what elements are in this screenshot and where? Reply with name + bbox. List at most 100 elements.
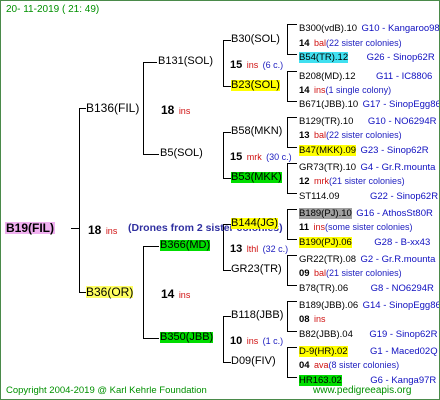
connector <box>287 101 297 102</box>
gen5-gen-number: 13 <box>299 130 310 141</box>
dam-queen-name[interactable]: B36(OR) <box>86 286 134 298</box>
gen5-origin-code: G22 - Sinop62R <box>369 191 439 202</box>
connector <box>223 86 231 87</box>
gen5-origin-code: G14 - SinopEgg86R <box>362 300 440 311</box>
dam-gen-number: 14 <box>161 287 175 301</box>
sire-queen-name[interactable]: B136(FIL) <box>86 102 139 114</box>
gen5-gen-number: 09 <box>299 268 310 279</box>
gen5-row: B671(JBB).10 G17 - SinopEgg86R <box>299 95 440 111</box>
connector <box>287 163 288 193</box>
gen5-row: ST114.09 G22 - Sinop62R <box>299 187 438 203</box>
gen3-queen-name[interactable]: B366(MD) <box>160 240 211 251</box>
gen3-generation: 15 ins (6 c.) <box>230 56 283 72</box>
gen5-origin-code: G17 - SinopEgg86R <box>362 99 440 110</box>
gen5-origin-code: G26 - Sinop62R <box>366 52 435 63</box>
connector <box>223 178 231 179</box>
gen4-queen-name[interactable]: GR23(TR) <box>231 264 282 275</box>
gen3-gen-suffix: mrk <box>246 152 262 162</box>
root-gen-suffix: ins <box>105 226 118 236</box>
connector <box>287 255 288 285</box>
connector <box>287 117 288 147</box>
gen5-queen-name[interactable]: B82(JBB).04 <box>299 329 353 340</box>
gen5-row: B300(vdB).10 G10 - Kangaroo98R <box>299 19 440 35</box>
gen5-gen-note: (22 sister colonies) <box>326 38 402 48</box>
gen5-queen-name[interactable]: B300(vdB).10 <box>299 23 357 34</box>
connector <box>287 71 297 72</box>
gen3-gen-note: (1 c.) <box>262 336 284 346</box>
gen5-origin-code: G8 - NO6294R <box>370 283 434 294</box>
root-queen-name[interactable]: B19(FIL) <box>5 222 55 234</box>
gen5-row: 08 ins <box>299 310 326 326</box>
gen3-generation: 13 lthl (32 c.) <box>230 240 288 256</box>
connector <box>287 117 297 118</box>
gen5-row: B190(PJ).06 G28 - B-xx43 <box>299 233 430 249</box>
gen3-gen-note: (6 c.) <box>262 60 284 70</box>
connector <box>223 270 231 271</box>
site-link[interactable]: www.pedigreeapis.org <box>313 386 411 396</box>
connector <box>287 255 297 256</box>
gen5-origin-code: G28 - B-xx43 <box>374 237 431 248</box>
copyright-notice: Copyright 2004-2019 @ Karl Kehrle Founda… <box>6 385 207 396</box>
sire-gen-suffix: ins <box>178 106 191 116</box>
gen5-queen-name[interactable]: B54(TR).12 <box>299 52 349 63</box>
gen5-gen-note: (21 sister colonies) <box>329 176 405 186</box>
connector <box>143 62 144 154</box>
connector <box>223 40 224 86</box>
gen3-gen-suffix: lthl <box>246 244 259 254</box>
gen3-gen-number: 15 <box>230 59 243 71</box>
connector <box>79 108 86 109</box>
gen5-gen-number: 11 <box>299 222 310 233</box>
connector <box>223 132 224 178</box>
connector <box>223 316 224 362</box>
connector <box>223 40 231 41</box>
gen4-queen-name[interactable]: B23(SOL) <box>231 80 280 91</box>
gen3-queen-name[interactable]: B131(SOL) <box>158 56 213 67</box>
connector <box>287 193 297 194</box>
gen5-queen-name[interactable]: ST114.09 <box>299 191 340 202</box>
gen3-gen-number: 10 <box>230 335 243 347</box>
gen5-gen-suffix: ins <box>313 222 326 232</box>
connector <box>287 24 288 54</box>
gen5-queen-name[interactable]: B78(TR).06 <box>299 283 348 294</box>
gen3-gen-suffix: ins <box>246 60 259 70</box>
gen5-queen-name[interactable]: B47(MKK).09 <box>299 145 357 156</box>
gen5-origin-code: G10 - Kangaroo98R <box>361 23 440 34</box>
gen5-gen-suffix: ins <box>314 314 326 324</box>
gen4-queen-name[interactable]: D09(FIV) <box>231 356 276 367</box>
gen5-gen-number: 04 <box>299 360 310 371</box>
gen4-queen-name[interactable]: B30(SOL) <box>231 34 280 45</box>
gen3-gen-note: (32 c.) <box>262 244 289 254</box>
gen5-gen-number: 08 <box>299 314 310 325</box>
gen5-queen-name[interactable]: B190(PJ).06 <box>299 237 352 248</box>
root-gen-number: 18 <box>88 223 102 237</box>
connector <box>287 239 297 240</box>
connector <box>287 209 297 210</box>
connector <box>287 24 297 25</box>
gen5-gen-suffix: ins <box>314 85 326 95</box>
connector <box>143 246 144 338</box>
gen3-generation: 15 mrk (30 c.) <box>230 148 292 164</box>
dam-gen-suffix: ins <box>178 290 191 300</box>
connector <box>143 246 159 247</box>
connector <box>71 228 79 229</box>
connector <box>287 377 297 378</box>
connector <box>287 285 297 286</box>
gen5-row: B82(JBB).04 G19 - Sinop62R <box>299 325 437 341</box>
sire-gen-number: 18 <box>161 103 175 117</box>
gen5-gen-note: (some sister colonies) <box>325 222 413 232</box>
connector <box>287 331 297 332</box>
gen4-queen-name[interactable]: B144(JG) <box>231 218 279 229</box>
gen4-queen-name[interactable]: B53(MKK) <box>231 172 282 183</box>
connector <box>223 132 231 133</box>
gen5-gen-suffix: bal <box>314 268 327 278</box>
gen5-gen-suffix: bal <box>314 38 327 48</box>
dam-generation: 14 ins <box>161 286 190 302</box>
connector <box>143 154 159 155</box>
gen4-queen-name[interactable]: B58(MKN) <box>231 126 282 137</box>
gen4-queen-name[interactable]: B118(JBB) <box>231 310 283 321</box>
gen3-queen-name[interactable]: B350(JBB) <box>160 332 214 343</box>
gen3-queen-name[interactable]: B5(SOL) <box>160 148 203 159</box>
connector <box>287 54 297 55</box>
gen5-gen-suffix: ava <box>314 360 329 370</box>
gen5-queen-name[interactable]: B671(JBB).10 <box>299 99 358 110</box>
